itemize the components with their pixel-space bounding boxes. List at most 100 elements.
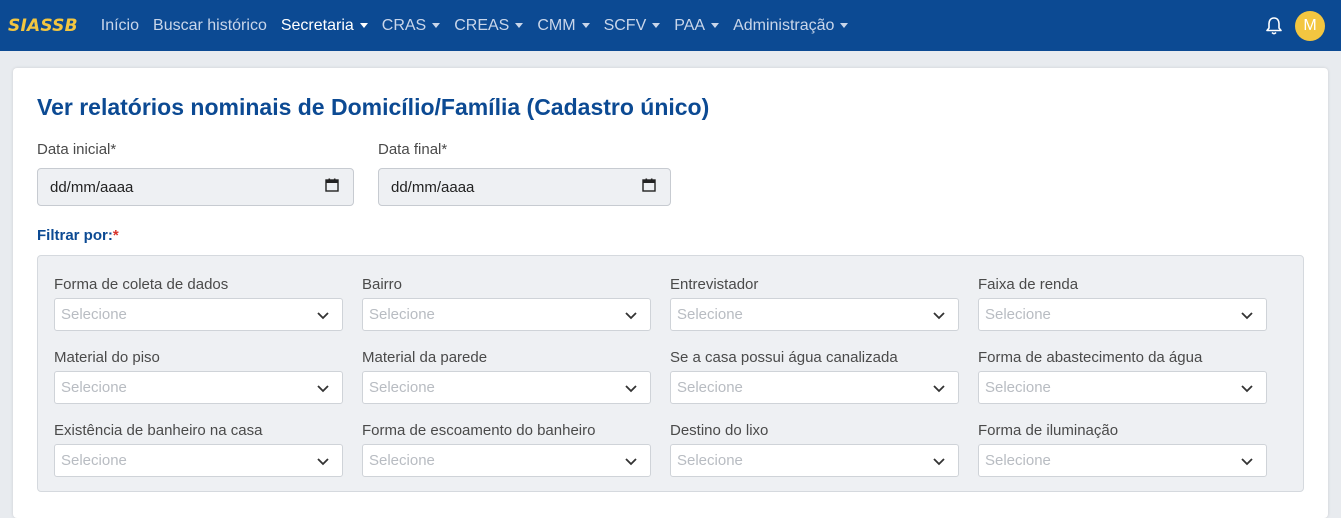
calendar-icon[interactable] — [325, 178, 339, 196]
select-placeholder: Selecione — [985, 306, 1051, 323]
chevron-down-icon — [624, 454, 638, 468]
date-start-placeholder: dd/mm/aaaa — [50, 178, 134, 196]
filter-label: Forma de escoamento do banheiro — [362, 422, 596, 439]
nav-item-inicio[interactable]: Início — [101, 17, 139, 35]
nav-item-label: SCFV — [603, 16, 647, 34]
filter-label: Forma de abastecimento da água — [978, 349, 1203, 366]
filter-existencia-banheiro: Existência de banheiro na casa Selecione — [54, 422, 343, 477]
chevron-down-icon — [1240, 308, 1254, 322]
select-placeholder: Selecione — [369, 379, 435, 396]
nav-item-secretaria[interactable]: Secretaria — [281, 17, 368, 35]
date-end-placeholder: dd/mm/aaaa — [391, 178, 475, 196]
select-placeholder: Selecione — [985, 452, 1051, 469]
filter-escoamento-banheiro: Forma de escoamento do banheiro Selecion… — [362, 422, 651, 477]
filter-label: Bairro — [362, 276, 403, 293]
caret-down-icon — [652, 23, 661, 28]
caret-down-icon — [432, 23, 441, 28]
nav-item-label: CRAS — [381, 16, 427, 34]
nav-item-label: Buscar histórico — [153, 16, 267, 34]
filter-select[interactable]: Selecione — [978, 444, 1267, 477]
filter-title: Filtrar por:* — [37, 227, 119, 244]
filter-select[interactable]: Selecione — [670, 371, 959, 404]
bell-icon[interactable] — [1263, 15, 1285, 37]
calendar-icon[interactable] — [642, 178, 656, 196]
date-end-input[interactable]: dd/mm/aaaa — [378, 168, 671, 206]
filter-panel: Forma de coleta de dados Selecione Bairr… — [37, 255, 1304, 492]
chevron-down-icon — [624, 308, 638, 322]
chevron-down-icon — [932, 308, 946, 322]
nav-item-cmm[interactable]: CMM — [537, 16, 590, 35]
filter-select[interactable]: Selecione — [978, 371, 1267, 404]
date-start-input[interactable]: dd/mm/aaaa — [37, 168, 354, 206]
select-placeholder: Selecione — [61, 306, 127, 323]
chevron-down-icon — [316, 454, 330, 468]
caret-down-icon — [711, 23, 720, 28]
caret-down-icon — [515, 23, 524, 28]
nav-item-label: Administração — [733, 16, 835, 34]
chevron-down-icon — [932, 381, 946, 395]
filter-label: Entrevistador — [670, 276, 759, 293]
brand-logo[interactable]: SIASSB — [8, 16, 78, 36]
filter-select[interactable]: Selecione — [362, 371, 651, 404]
filter-select[interactable]: Selecione — [362, 444, 651, 477]
filter-faixa-renda: Faixa de renda Selecione — [978, 276, 1267, 331]
filter-label: Faixa de renda — [978, 276, 1079, 293]
filter-select[interactable]: Selecione — [670, 298, 959, 331]
nav-item-paa[interactable]: PAA — [674, 16, 720, 35]
chevron-down-icon — [624, 381, 638, 395]
filter-bairro: Bairro Selecione — [362, 276, 651, 331]
filter-label: Forma de coleta de dados — [54, 276, 229, 293]
nav-item-cras[interactable]: CRAS — [381, 16, 441, 35]
filter-agua-canalizada: Se a casa possui água canalizada Selecio… — [670, 349, 959, 404]
chevron-down-icon — [932, 454, 946, 468]
filter-select[interactable]: Selecione — [54, 371, 343, 404]
chevron-down-icon — [1240, 454, 1254, 468]
filter-select[interactable]: Selecione — [54, 298, 343, 331]
filter-select[interactable]: Selecione — [362, 298, 651, 331]
select-placeholder: Selecione — [985, 379, 1051, 396]
filter-material-parede: Material da parede Selecione — [362, 349, 651, 404]
nav-item-label: Secretaria — [280, 16, 354, 34]
nav-item-label: Início — [100, 16, 140, 34]
nav-item-label: CREAS — [454, 16, 510, 34]
filter-forma-coleta: Forma de coleta de dados Selecione — [54, 276, 343, 331]
filter-title-text: Filtrar por: — [37, 227, 113, 244]
select-placeholder: Selecione — [677, 452, 743, 469]
select-placeholder: Selecione — [369, 306, 435, 323]
nav-item-label: PAA — [674, 16, 706, 34]
select-placeholder: Selecione — [61, 379, 127, 396]
nav-item-buscar-historico[interactable]: Buscar histórico — [153, 17, 267, 35]
filter-label: Se a casa possui água canalizada — [670, 349, 898, 366]
page-title: Ver relatórios nominais de Domicílio/Fam… — [37, 94, 710, 120]
date-end-group: Data final* dd/mm/aaaa — [378, 141, 671, 206]
date-start-label: Data inicial* — [37, 141, 117, 158]
filter-label: Material da parede — [362, 349, 488, 366]
nav-item-administracao[interactable]: Administração — [733, 16, 849, 35]
filter-material-piso: Material do piso Selecione — [54, 349, 343, 404]
filter-label: Destino do lixo — [670, 422, 769, 439]
select-placeholder: Selecione — [61, 452, 127, 469]
nav-item-label: CMM — [537, 16, 576, 34]
filter-entrevistador: Entrevistador Selecione — [670, 276, 959, 331]
chevron-down-icon — [316, 381, 330, 395]
nav-item-creas[interactable]: CREAS — [454, 16, 524, 35]
nav-item-scfv[interactable]: SCFV — [604, 17, 661, 35]
filter-iluminacao: Forma de iluminação Selecione — [978, 422, 1267, 477]
select-placeholder: Selecione — [677, 379, 743, 396]
caret-down-icon — [359, 23, 368, 28]
navbar-right: M — [1263, 0, 1341, 51]
filter-select[interactable]: Selecione — [54, 444, 343, 477]
user-avatar[interactable]: M — [1295, 10, 1325, 41]
date-end-label: Data final* — [378, 141, 448, 158]
filter-label: Forma de iluminação — [978, 422, 1119, 439]
filter-label: Existência de banheiro na casa — [54, 422, 263, 439]
filter-label: Material do piso — [54, 349, 160, 366]
filter-select[interactable]: Selecione — [670, 444, 959, 477]
filter-select[interactable]: Selecione — [978, 298, 1267, 331]
chevron-down-icon — [316, 308, 330, 322]
filter-destino-lixo: Destino do lixo Selecione — [670, 422, 959, 477]
caret-down-icon — [840, 23, 849, 28]
required-mark: * — [112, 227, 119, 244]
report-card: Ver relatórios nominais de Domicílio/Fam… — [13, 68, 1328, 518]
chevron-down-icon — [1240, 381, 1254, 395]
